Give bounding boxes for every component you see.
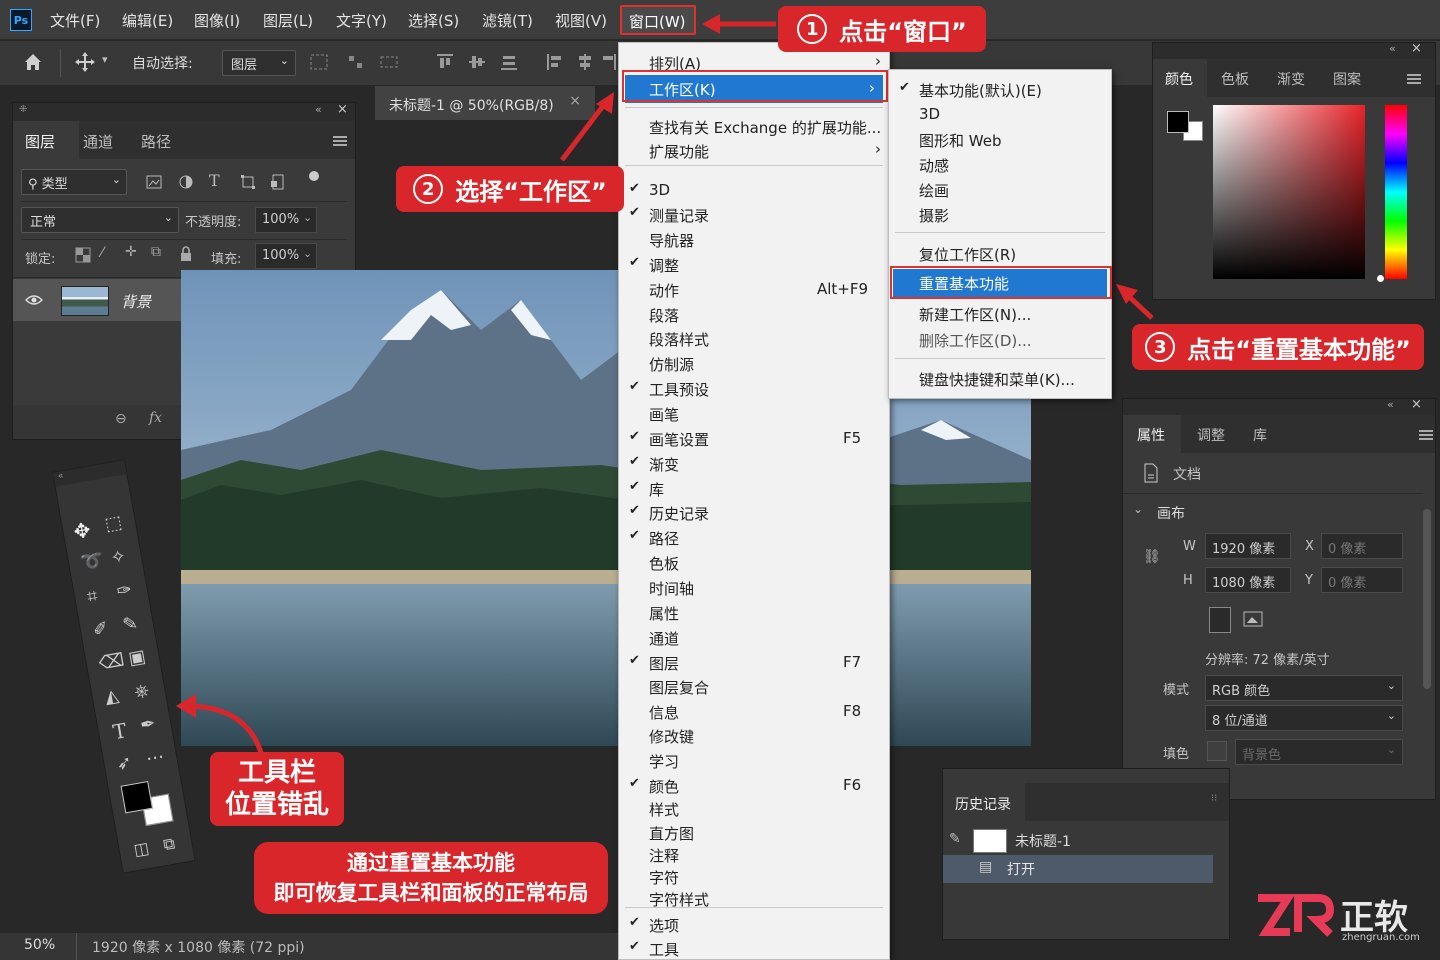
callout-step1-number: 1: [797, 14, 828, 44]
callout-toolbar-misplaced: 工具栏 位置错乱: [210, 752, 344, 826]
callout-step1-text: 点击“窗口”: [839, 17, 967, 46]
status-bar: 50% 1920 像素 x 1080 像素 (72 ppi): [0, 933, 618, 960]
callout-step3-number: 3: [1145, 332, 1176, 362]
arrow-step2: [560, 100, 608, 162]
zr-logo-icon: [1258, 894, 1334, 937]
arrow-step1-head: [702, 14, 720, 34]
callout-summary-line2: 即可恢复工具栏和面板的正常布局: [273, 881, 589, 905]
callout-step1: 1 点击“窗口”: [778, 6, 986, 52]
callout-step2-number: 2: [413, 174, 444, 204]
callout-toolbar-line1: 工具栏: [237, 758, 316, 788]
callout-summary: 通过重置基本功能 即可恢复工具栏和面板的正常布局: [254, 842, 608, 914]
callout-summary-line1: 通过重置基本功能: [347, 851, 515, 875]
arrow-toolbar: [185, 703, 265, 757]
callout-step2-text: 选择“工作区”: [455, 177, 607, 206]
callout-toolbar-line2: 位置错乱: [224, 790, 329, 820]
callout-step3: 3 点击“重置基本功能”: [1132, 324, 1424, 370]
zoom-level[interactable]: 50%: [24, 937, 55, 953]
callout-step2: 2 选择“工作区”: [396, 166, 624, 212]
arrow-toolbar-head: [176, 694, 196, 718]
watermark: 正软 zhengruan.com: [1254, 890, 1434, 946]
document-info[interactable]: 1920 像素 x 1080 像素 (72 ppi): [92, 937, 305, 957]
watermark-site: zhengruan.com: [1342, 932, 1420, 943]
callout-step3-text: 点击“重置基本功能”: [1187, 335, 1411, 364]
